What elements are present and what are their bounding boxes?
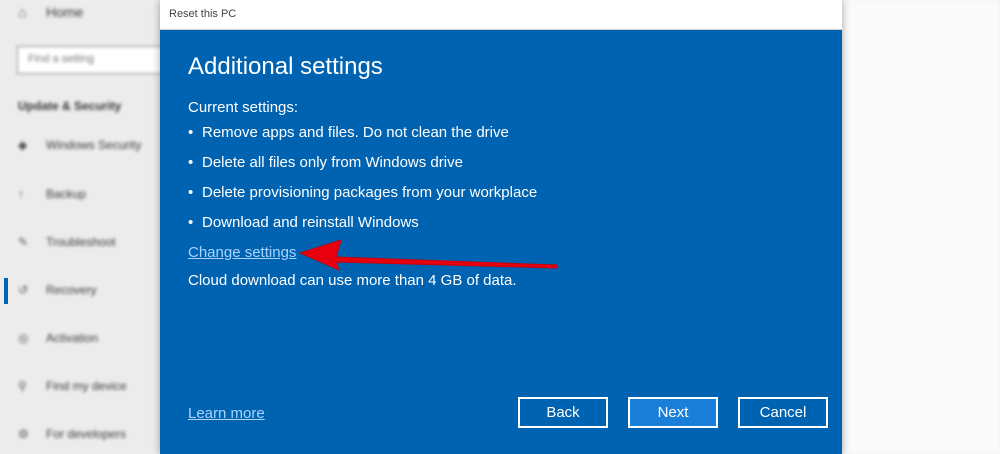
cancel-button[interactable]: Cancel — [738, 397, 828, 428]
bullet-icon: • — [188, 184, 194, 201]
bullet-icon: • — [188, 124, 194, 141]
sidebar-item-find-my-device[interactable]: ⚲ Find my device — [18, 379, 127, 393]
settings-content-background — [842, 0, 1000, 454]
sidebar-item-backup[interactable]: ↑ Backup — [18, 187, 86, 201]
sidebar-item-for-developers[interactable]: ⚙ For developers — [18, 427, 126, 441]
back-button[interactable]: Back — [518, 397, 608, 428]
next-button[interactable]: Next — [628, 397, 718, 428]
learn-more-link[interactable]: Learn more — [188, 405, 265, 422]
sidebar-item-recovery[interactable]: ↺ Recovery — [18, 283, 97, 297]
developer-icon: ⚙ — [18, 427, 29, 441]
wrench-icon: ✎ — [18, 235, 29, 249]
reset-pc-dialog: Reset this PC Additional settings Curren… — [160, 0, 842, 454]
shield-icon: ◆ — [18, 138, 28, 152]
settings-list-item: • Remove apps and files. Do not clean the… — [188, 124, 509, 141]
find-device-icon: ⚲ — [18, 379, 27, 393]
page-title: Additional settings — [188, 53, 383, 80]
sidebar-item-windows-security[interactable]: ◆ Windows Security — [18, 138, 141, 152]
window-title: Reset this PC — [169, 8, 237, 20]
sidebar-selection-indicator — [4, 278, 8, 304]
find-setting-input[interactable]: Find a setting — [17, 46, 177, 74]
settings-list-item: • Delete provisioning packages from your … — [188, 184, 538, 201]
settings-list-item: • Delete all files only from Windows driv… — [188, 154, 463, 171]
home-icon: ⌂ — [18, 4, 27, 20]
sidebar-section-title: Update & Security — [18, 99, 122, 113]
sidebar-item-home[interactable]: ⌂ Home — [18, 4, 83, 20]
dialog-titlebar: Reset this PC — [160, 0, 842, 30]
backup-icon: ↑ — [18, 187, 24, 201]
recovery-icon: ↺ — [18, 283, 29, 297]
bullet-icon: • — [188, 154, 194, 171]
settings-sidebar: ⌂ Home Find a setting Update & Security ◆… — [0, 0, 177, 454]
cloud-download-note: Cloud download can use more than 4 GB of… — [188, 272, 517, 289]
sidebar-item-activation[interactable]: ◎ Activation — [18, 331, 98, 345]
activation-icon: ◎ — [18, 331, 29, 345]
sidebar-item-troubleshoot[interactable]: ✎ Troubleshoot — [18, 235, 116, 249]
bullet-icon: • — [188, 214, 194, 231]
current-settings-label: Current settings: — [188, 99, 299, 116]
settings-list-item: • Download and reinstall Windows — [188, 214, 419, 231]
change-settings-link[interactable]: Change settings — [188, 244, 296, 261]
